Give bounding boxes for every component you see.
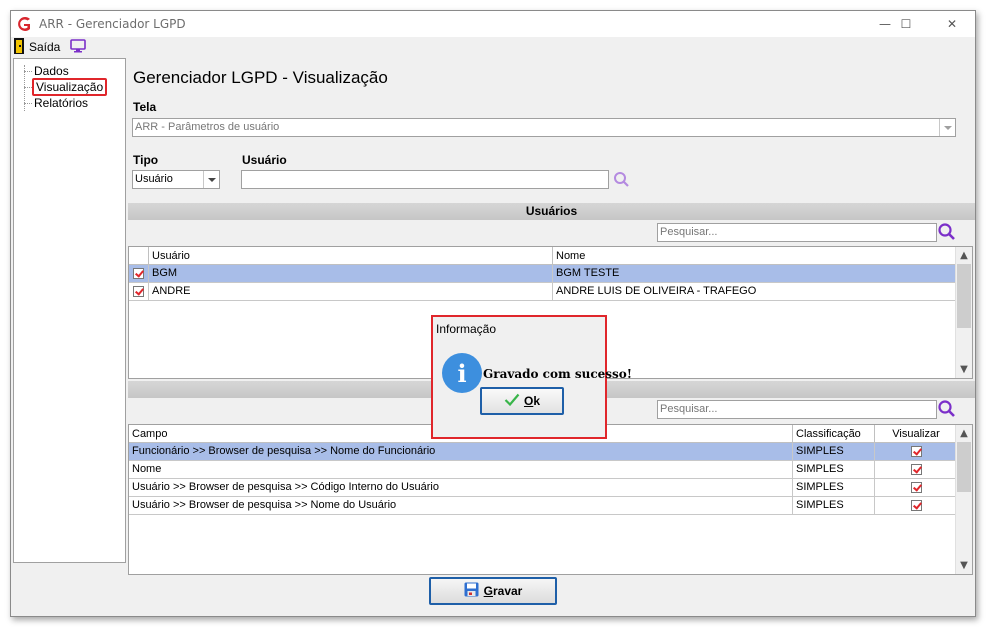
user-input[interactable] bbox=[241, 170, 609, 189]
scroll-thumb[interactable] bbox=[957, 442, 971, 492]
close-button[interactable]: ✕ bbox=[932, 11, 972, 37]
tree-item-dados[interactable]: Dados bbox=[34, 64, 69, 78]
field-cell: Nome bbox=[129, 461, 793, 478]
type-label: Tipo bbox=[133, 153, 159, 167]
save-button[interactable]: Gravar bbox=[429, 577, 557, 605]
users-grid-header: Usuário Nome bbox=[129, 247, 957, 265]
dialog-message: Gravado com sucesso! bbox=[483, 367, 633, 381]
column-header-classification[interactable]: Classificação bbox=[793, 425, 875, 443]
window-title: ARR - Gerenciador LGPD bbox=[39, 17, 186, 31]
chevron-down-icon[interactable] bbox=[203, 171, 219, 188]
checkbox-column-header bbox=[129, 247, 149, 265]
table-row[interactable]: BGM BGM TESTE bbox=[129, 265, 957, 283]
screen-label: Tela bbox=[133, 100, 157, 114]
visualize-checkbox[interactable] bbox=[875, 461, 957, 478]
exit-menu-item[interactable]: Saída bbox=[14, 37, 61, 57]
fields-grid: Campo Classificação Visualizar Funcionár… bbox=[128, 424, 973, 575]
visualize-checkbox[interactable] bbox=[875, 497, 957, 514]
field-cell: Funcionário >> Browser de pesquisa >> No… bbox=[129, 443, 793, 460]
visualize-checkbox[interactable] bbox=[875, 479, 957, 496]
users-search-input[interactable]: Pesquisar... bbox=[657, 223, 937, 242]
table-row[interactable]: ANDRE ANDRE LUIS DE OLIVEIRA - TRAFEGO bbox=[129, 283, 957, 301]
information-dialog: Informação i Gravado com sucesso! Ok bbox=[431, 315, 632, 439]
dialog-title: Informação bbox=[436, 322, 497, 336]
tree-branch bbox=[24, 87, 32, 88]
classification-cell: SIMPLES bbox=[793, 443, 875, 460]
scroll-thumb[interactable] bbox=[957, 264, 971, 328]
info-icon: i bbox=[442, 353, 482, 393]
title-bar[interactable]: ARR - Gerenciador LGPD — ☐ ✕ bbox=[11, 11, 975, 37]
navigation-tree: Dados Visualização Relatórios bbox=[13, 58, 126, 563]
exit-label: Saída bbox=[29, 40, 61, 54]
row-checkbox[interactable] bbox=[129, 265, 149, 282]
table-row[interactable]: Funcionário >> Browser de pesquisa >> No… bbox=[129, 443, 957, 461]
field-cell: Usuário >> Browser de pesquisa >> Nome d… bbox=[129, 497, 793, 514]
user-cell: ANDRE bbox=[149, 283, 553, 300]
chevron-down-icon[interactable] bbox=[939, 119, 955, 136]
screen-select-value: ARR - Parâmetros de usuário bbox=[135, 121, 280, 133]
maximize-button[interactable]: ☐ bbox=[886, 11, 926, 37]
classification-cell: SIMPLES bbox=[793, 497, 875, 514]
tree-branch bbox=[24, 103, 32, 104]
save-label: ravar bbox=[492, 584, 523, 598]
tree-item-visualizacao[interactable]: Visualização bbox=[32, 78, 108, 96]
column-header-name[interactable]: Nome bbox=[553, 247, 957, 265]
user-label: Usuário bbox=[242, 153, 287, 167]
menu-bar: Saída bbox=[11, 37, 975, 57]
scroll-up-icon[interactable]: ▲ bbox=[956, 425, 972, 441]
table-row[interactable]: Usuário >> Browser de pesquisa >> Código… bbox=[129, 479, 957, 497]
page-title: Gerenciador LGPD - Visualização bbox=[133, 68, 388, 87]
column-header-user[interactable]: Usuário bbox=[149, 247, 553, 265]
visualize-checkbox[interactable] bbox=[875, 443, 957, 460]
classification-cell: SIMPLES bbox=[793, 461, 875, 478]
screen-select[interactable]: ARR - Parâmetros de usuário bbox=[132, 118, 956, 137]
search-icon[interactable] bbox=[938, 400, 956, 421]
app-window: ARR - Gerenciador LGPD — ☐ ✕ Saída Dados… bbox=[10, 10, 976, 617]
table-row[interactable]: Usuário >> Browser de pesquisa >> Nome d… bbox=[129, 497, 957, 515]
ok-accel-letter: O bbox=[523, 394, 534, 408]
ok-button[interactable]: Ok bbox=[480, 387, 564, 415]
users-section-header: Usuários bbox=[128, 203, 975, 220]
checkmark-icon bbox=[504, 393, 520, 409]
ok-label: k bbox=[533, 394, 541, 408]
app-logo-icon bbox=[15, 15, 33, 33]
scroll-down-icon[interactable]: ▼ bbox=[956, 361, 972, 377]
search-icon[interactable] bbox=[613, 171, 630, 191]
table-row[interactable]: Nome SIMPLES bbox=[129, 461, 957, 479]
fields-vertical-scrollbar[interactable]: ▲ ▼ bbox=[955, 425, 972, 574]
tree-branch bbox=[24, 71, 32, 72]
monitor-icon[interactable] bbox=[70, 38, 87, 56]
name-cell: BGM TESTE bbox=[556, 267, 620, 279]
fields-search-input[interactable]: Pesquisar... bbox=[657, 400, 937, 419]
classification-cell: SIMPLES bbox=[793, 479, 875, 496]
scroll-down-icon[interactable]: ▼ bbox=[956, 557, 972, 573]
type-select-value: Usuário bbox=[135, 173, 173, 185]
row-checkbox[interactable] bbox=[129, 283, 149, 300]
type-select[interactable]: Usuário bbox=[132, 170, 220, 189]
field-cell: Usuário >> Browser de pesquisa >> Código… bbox=[129, 479, 793, 496]
main-content: Gerenciador LGPD - Visualização Tela ARR… bbox=[128, 58, 975, 575]
scroll-up-icon[interactable]: ▲ bbox=[956, 247, 972, 263]
floppy-disk-icon bbox=[464, 582, 479, 600]
column-header-visualize[interactable]: Visualizar bbox=[875, 425, 957, 443]
name-cell: ANDRE LUIS DE OLIVEIRA - TRAFEGO bbox=[556, 285, 757, 297]
save-accel-letter: G bbox=[483, 584, 493, 598]
tree-item-relatorios[interactable]: Relatórios bbox=[34, 96, 88, 110]
user-cell: BGM bbox=[149, 265, 553, 282]
search-icon[interactable] bbox=[938, 223, 956, 244]
users-vertical-scrollbar[interactable]: ▲ ▼ bbox=[955, 247, 972, 378]
door-exit-icon bbox=[14, 37, 24, 57]
